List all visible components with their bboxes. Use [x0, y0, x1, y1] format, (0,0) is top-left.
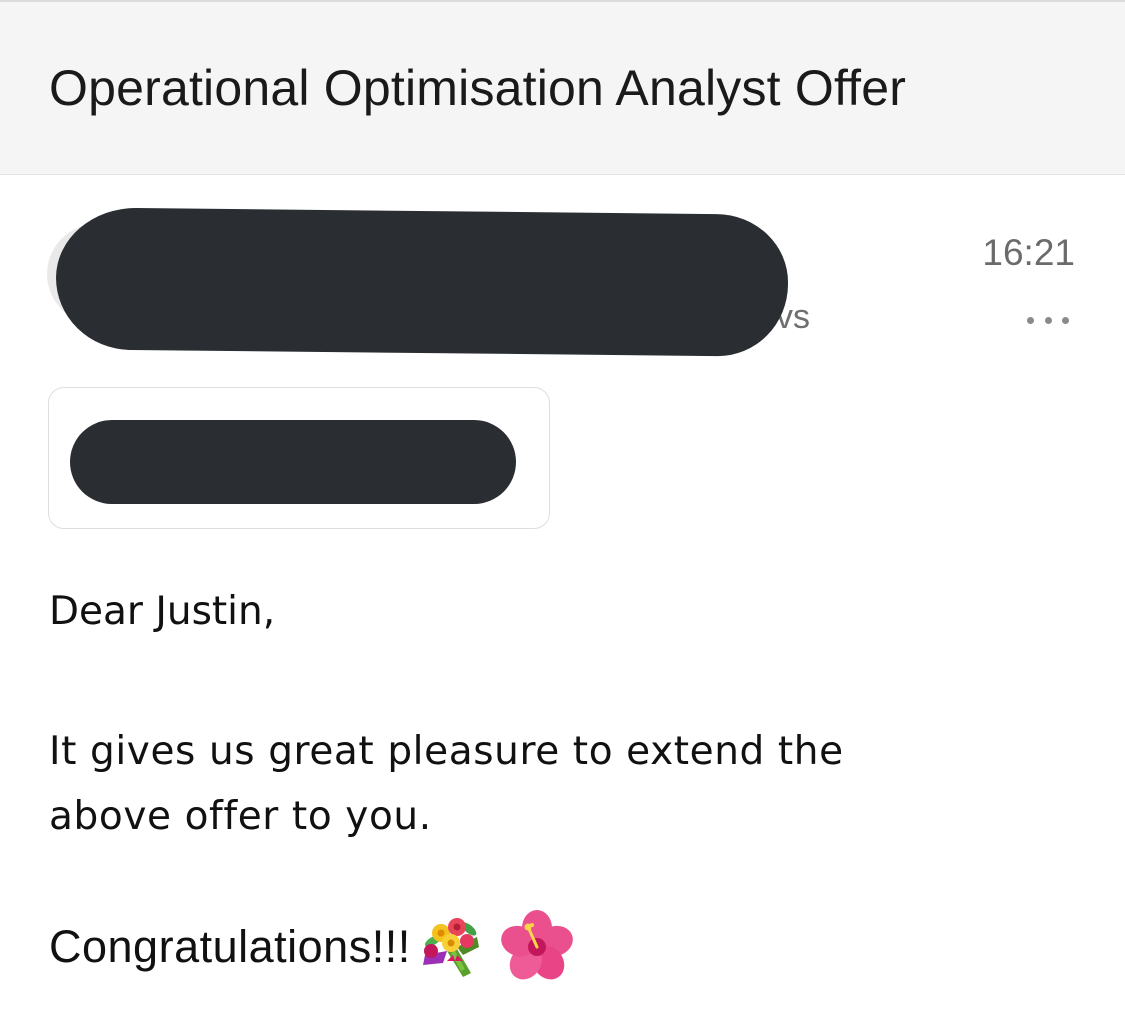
email-greeting: Dear Justin, — [49, 589, 276, 634]
subject-header: Operational Optimisation Analyst Offer — [0, 0, 1125, 175]
ellipsis-dot — [1062, 316, 1069, 324]
ellipsis-dot — [1044, 316, 1052, 324]
sent-time: 16:21 — [982, 232, 1075, 273]
email-closing: Congratulations!!! — [49, 921, 411, 972]
paragraph-line-2: above offer to you. — [49, 794, 432, 839]
email-subject: Operational Optimisation Analyst Offer — [49, 60, 907, 116]
paragraph-line-1: It gives us great pleasure to extend the — [49, 729, 844, 774]
email-paragraph: It gives us great pleasure to extend the… — [49, 719, 844, 849]
top-divider — [0, 0, 1125, 2]
email-closing-row: Congratulations!!! — [49, 902, 575, 992]
ellipsis-dot — [1027, 316, 1034, 324]
sender-redaction — [55, 207, 789, 357]
recipient-chip[interactable] — [48, 387, 550, 529]
recipient-redaction — [70, 420, 516, 504]
ellipsis-icon[interactable] — [1027, 315, 1069, 325]
hibiscus-icon — [499, 909, 575, 985]
bouquet-icon — [417, 911, 487, 983]
